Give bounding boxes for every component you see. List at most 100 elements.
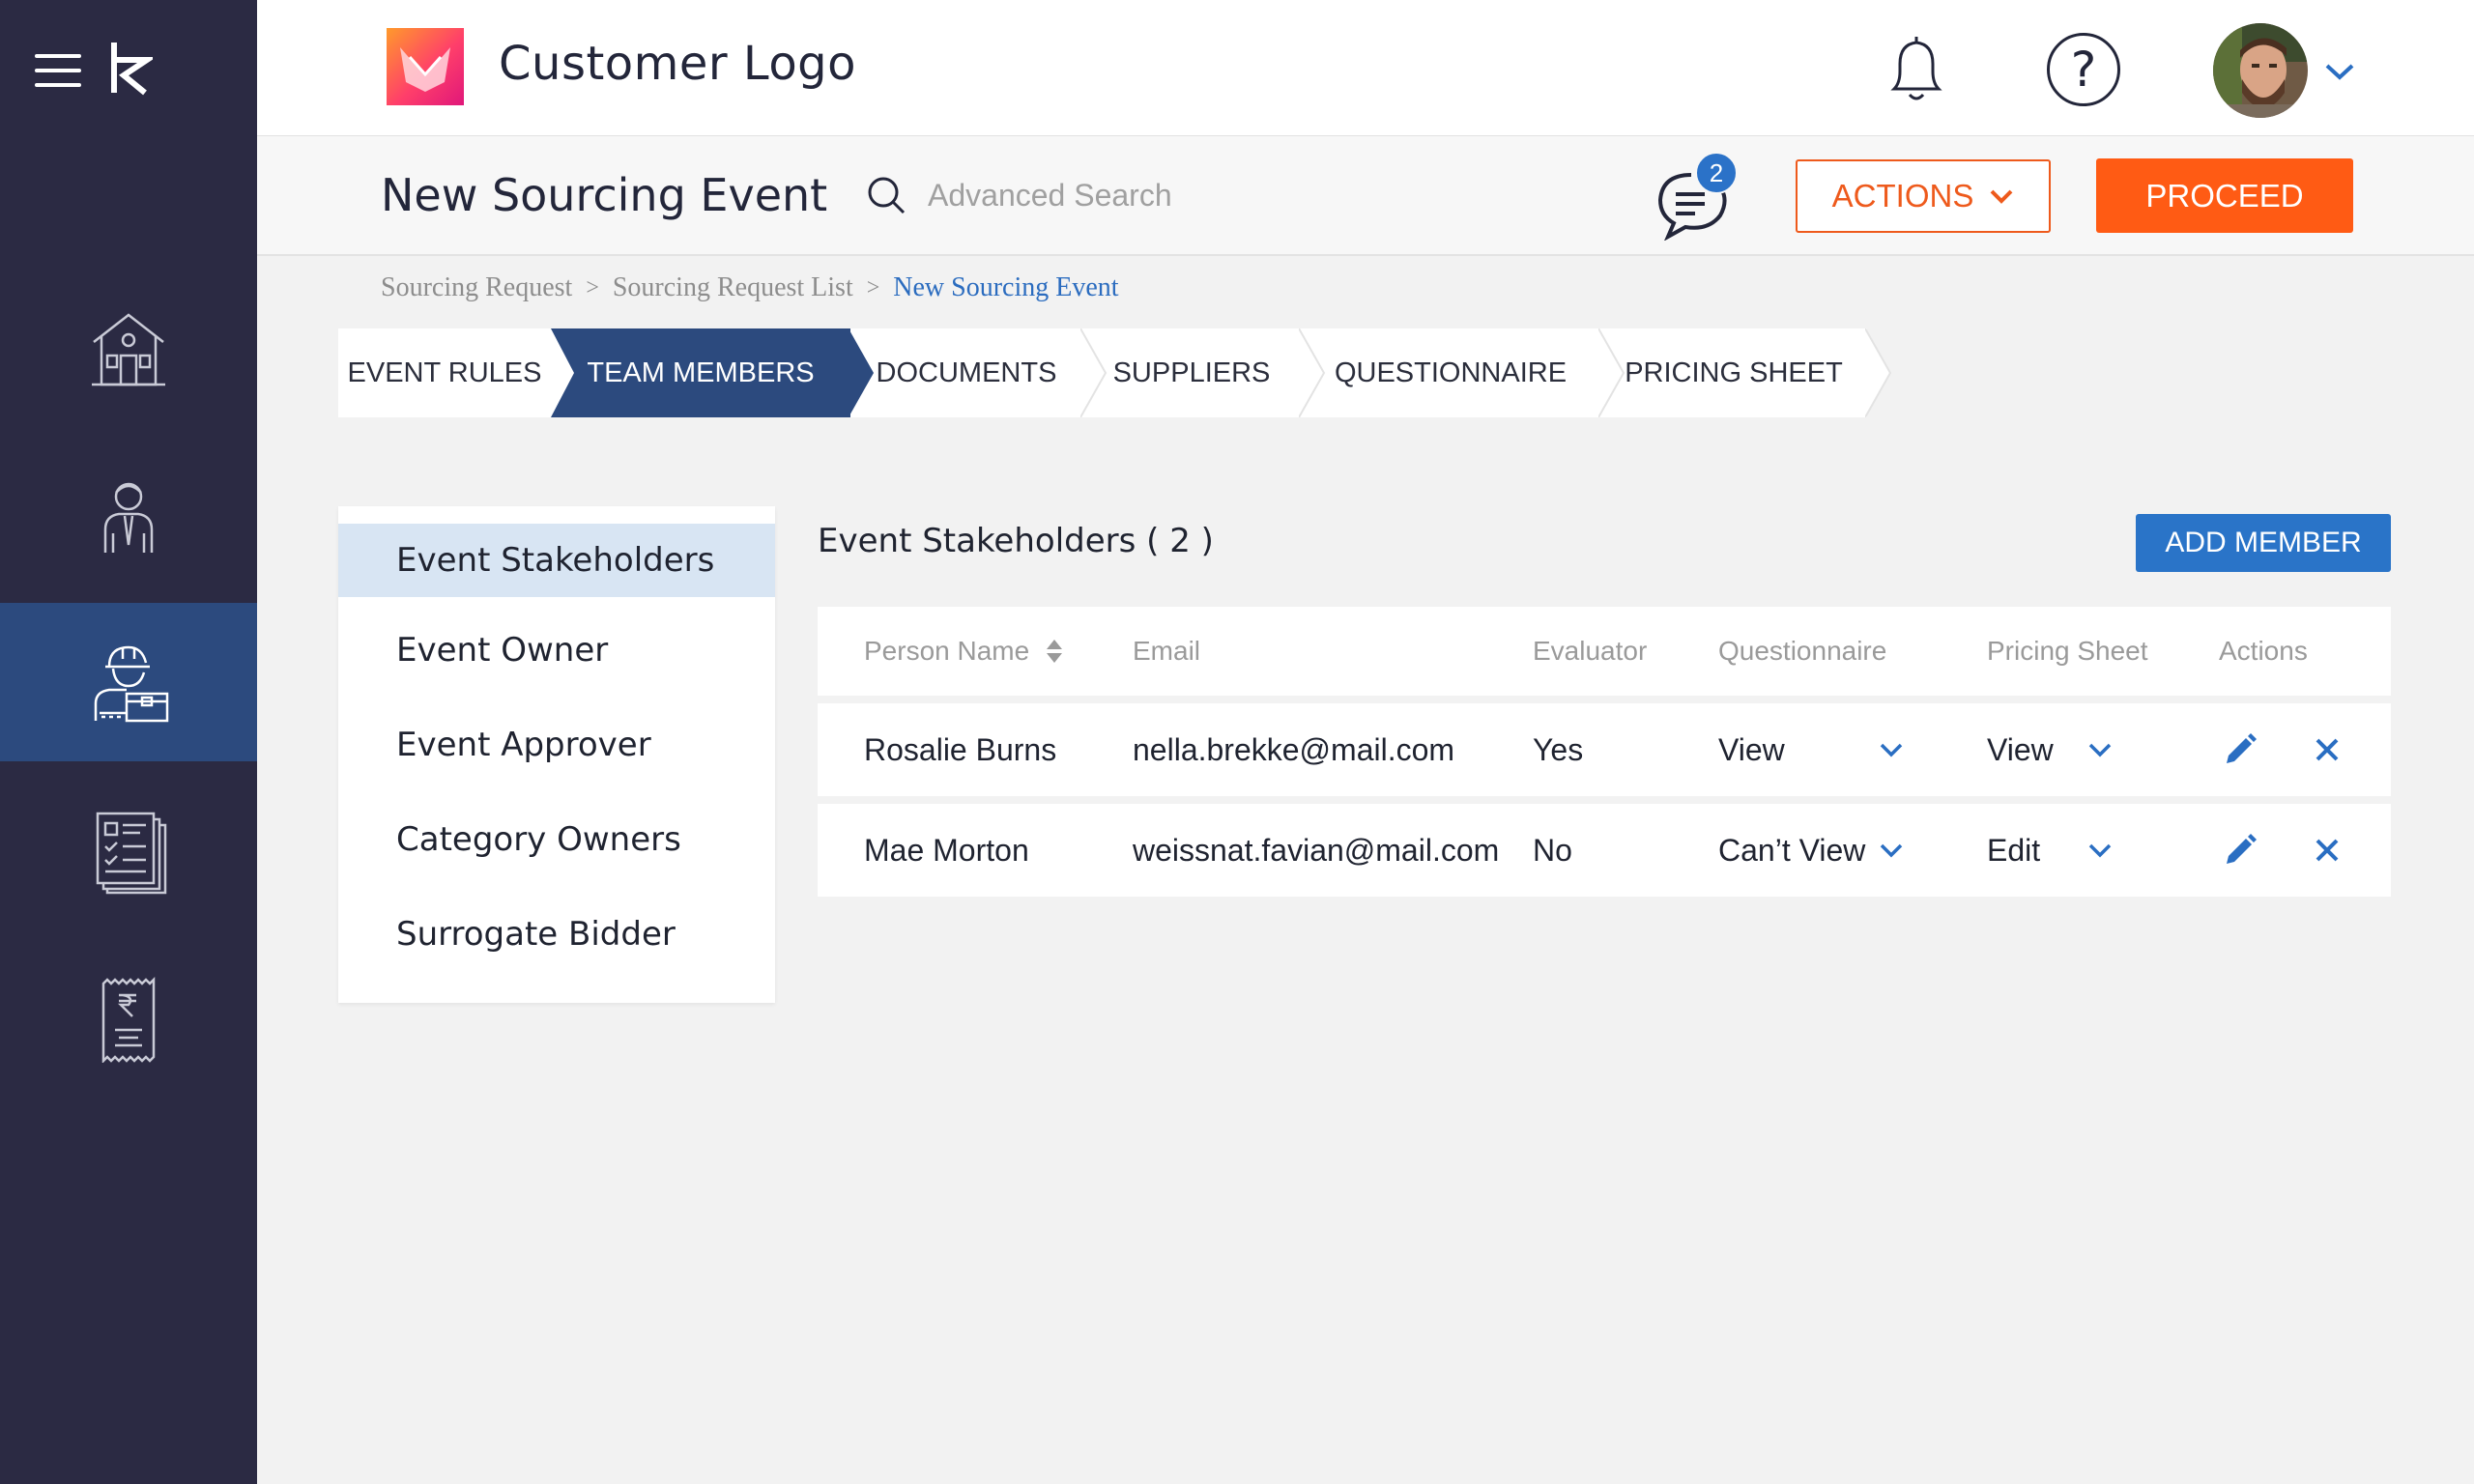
top-header: Customer Logo ?	[257, 0, 2474, 136]
user-avatar[interactable]	[2213, 23, 2308, 118]
proceed-button[interactable]: PROCEED	[2096, 158, 2353, 233]
column-label: Person Name	[864, 636, 1030, 666]
table-header: Person Name Email Evaluator Questionnair…	[818, 607, 2391, 696]
close-icon	[2316, 839, 2339, 862]
person-name: Mae Morton	[864, 832, 1029, 868]
remove-button[interactable]	[2308, 831, 2346, 870]
breadcrumb-separator: >	[586, 274, 599, 300]
search-input[interactable]	[928, 177, 1276, 214]
rail-item-employees[interactable]	[0, 435, 257, 593]
worker-icon	[94, 645, 169, 723]
step-divider	[1080, 328, 1108, 417]
edit-button[interactable]	[2221, 831, 2259, 870]
close-icon	[2316, 738, 2339, 761]
breadcrumb-sourcing-request[interactable]: Sourcing Request	[381, 272, 572, 303]
step-pricing-sheet[interactable]: PRICING SHEET	[1600, 328, 1892, 417]
customer-logo-icon	[387, 28, 464, 105]
chevron-down-icon	[1990, 189, 2013, 204]
step-divider	[1299, 328, 1326, 417]
left-rail	[0, 0, 257, 1484]
step-navigation: EVENT RULES TEAM MEMBERS DOCUMENTS SUPPL…	[338, 328, 1892, 417]
side-item-event-stakeholders[interactable]: Event Stakeholders	[338, 524, 775, 597]
chat-count-badge: 2	[1695, 152, 1738, 194]
search-icon	[868, 177, 906, 214]
evaluator-value: Yes	[1533, 731, 1584, 767]
questionnaire-select[interactable]: View	[1718, 732, 1912, 768]
column-pricing-sheet: Pricing Sheet	[1987, 636, 2148, 666]
step-suppliers[interactable]: SUPPLIERS	[1082, 328, 1326, 417]
side-item-event-approver[interactable]: Event Approver	[338, 698, 775, 792]
column-person-name[interactable]: Person Name	[864, 636, 1064, 667]
step-label: SUPPLIERS	[1112, 357, 1271, 388]
checklist-document-icon	[96, 812, 167, 895]
sort-icon[interactable]	[1045, 638, 1064, 665]
edit-button[interactable]	[2221, 730, 2259, 769]
step-documents[interactable]: DOCUMENTS	[850, 328, 1108, 417]
rail-item-home[interactable]	[0, 269, 257, 427]
column-actions: Actions	[2219, 636, 2308, 666]
table-row: Rosalie Burns nella.brekke@mail.com Yes …	[818, 703, 2391, 796]
column-evaluator: Evaluator	[1533, 636, 1648, 666]
home-icon	[92, 313, 165, 386]
bell-icon[interactable]	[1881, 29, 1952, 106]
chevron-down-icon	[2088, 843, 2112, 858]
remove-button[interactable]	[2308, 730, 2346, 769]
step-questionnaire[interactable]: QUESTIONNAIRE	[1301, 328, 1625, 417]
step-divider	[1598, 328, 1625, 417]
rail-item-vendors[interactable]	[0, 603, 257, 761]
side-item-event-owner[interactable]: Event Owner	[338, 603, 775, 698]
chat-button[interactable]: 2	[1651, 152, 1740, 242]
actions-button[interactable]: ACTIONS	[1796, 159, 2051, 233]
questionnaire-value: Can’t View	[1718, 832, 1866, 868]
pricing-sheet-value: View	[1987, 731, 2054, 767]
customer-logo-text: Customer Logo	[499, 37, 857, 91]
pricing-sheet-value: Edit	[1987, 832, 2041, 868]
breadcrumb-current: New Sourcing Event	[893, 272, 1119, 302]
email: nella.brekke@mail.com	[1133, 731, 1455, 767]
chevron-down-icon[interactable]	[2323, 60, 2356, 83]
section-title: Event Stakeholders ( 2 )	[818, 522, 1214, 560]
breadcrumb-separator: >	[866, 274, 880, 300]
advanced-search[interactable]	[866, 175, 1276, 215]
chevron-down-icon	[2088, 743, 2112, 757]
rupee-receipt-icon	[101, 976, 156, 1063]
step-label: QUESTIONNAIRE	[1334, 357, 1568, 388]
actions-label: ACTIONS	[1831, 178, 1974, 214]
step-label: DOCUMENTS	[876, 357, 1057, 388]
questionnaire-value: View	[1718, 731, 1785, 767]
questionnaire-select[interactable]: Can’t View	[1718, 833, 1912, 869]
step-divider	[849, 328, 874, 417]
rail-item-invoices[interactable]	[0, 939, 257, 1098]
breadcrumb-sourcing-request-list[interactable]: Sourcing Request List	[613, 272, 853, 303]
pencil-icon	[2227, 733, 2257, 763]
step-event-rules[interactable]: EVENT RULES	[338, 328, 551, 417]
stakeholder-category-panel: Event Stakeholders Event Owner Event App…	[338, 506, 775, 1003]
step-label: EVENT RULES	[347, 357, 542, 388]
rail-item-requests[interactable]	[0, 771, 257, 929]
step-label: TEAM MEMBERS	[587, 357, 815, 388]
side-item-category-owners[interactable]: Category Owners	[338, 792, 775, 887]
page-title: New Sourcing Event	[381, 169, 828, 221]
evaluator-value: No	[1533, 832, 1572, 868]
step-team-members[interactable]: TEAM MEMBERS	[549, 328, 874, 417]
hamburger-icon[interactable]	[35, 54, 81, 87]
email: weissnat.favian@mail.com	[1133, 832, 1500, 868]
table-row: Mae Morton weissnat.favian@mail.com No C…	[818, 804, 2391, 897]
page-header: New Sourcing Event 2 ACTIONS PROCEED	[257, 136, 2474, 256]
employee-icon	[103, 482, 154, 553]
breadcrumb: Sourcing Request > Sourcing Request List…	[381, 272, 1119, 303]
pricing-sheet-select[interactable]: Edit	[1987, 833, 2122, 869]
brand-icon[interactable]	[108, 39, 153, 97]
pencil-icon	[2227, 834, 2257, 864]
column-questionnaire: Questionnaire	[1718, 636, 1887, 666]
chevron-down-icon	[1880, 743, 1903, 757]
step-divider	[1865, 328, 1892, 417]
step-divider	[549, 328, 574, 417]
side-item-surrogate-bidder[interactable]: Surrogate Bidder	[338, 887, 775, 982]
stakeholders-table: Person Name Email Evaluator Questionnair…	[818, 607, 2391, 897]
help-icon[interactable]: ?	[2047, 33, 2120, 106]
pricing-sheet-select[interactable]: View	[1987, 732, 2122, 768]
add-member-button[interactable]: ADD MEMBER	[2136, 514, 2391, 572]
column-email: Email	[1133, 636, 1201, 666]
person-name: Rosalie Burns	[864, 731, 1057, 767]
